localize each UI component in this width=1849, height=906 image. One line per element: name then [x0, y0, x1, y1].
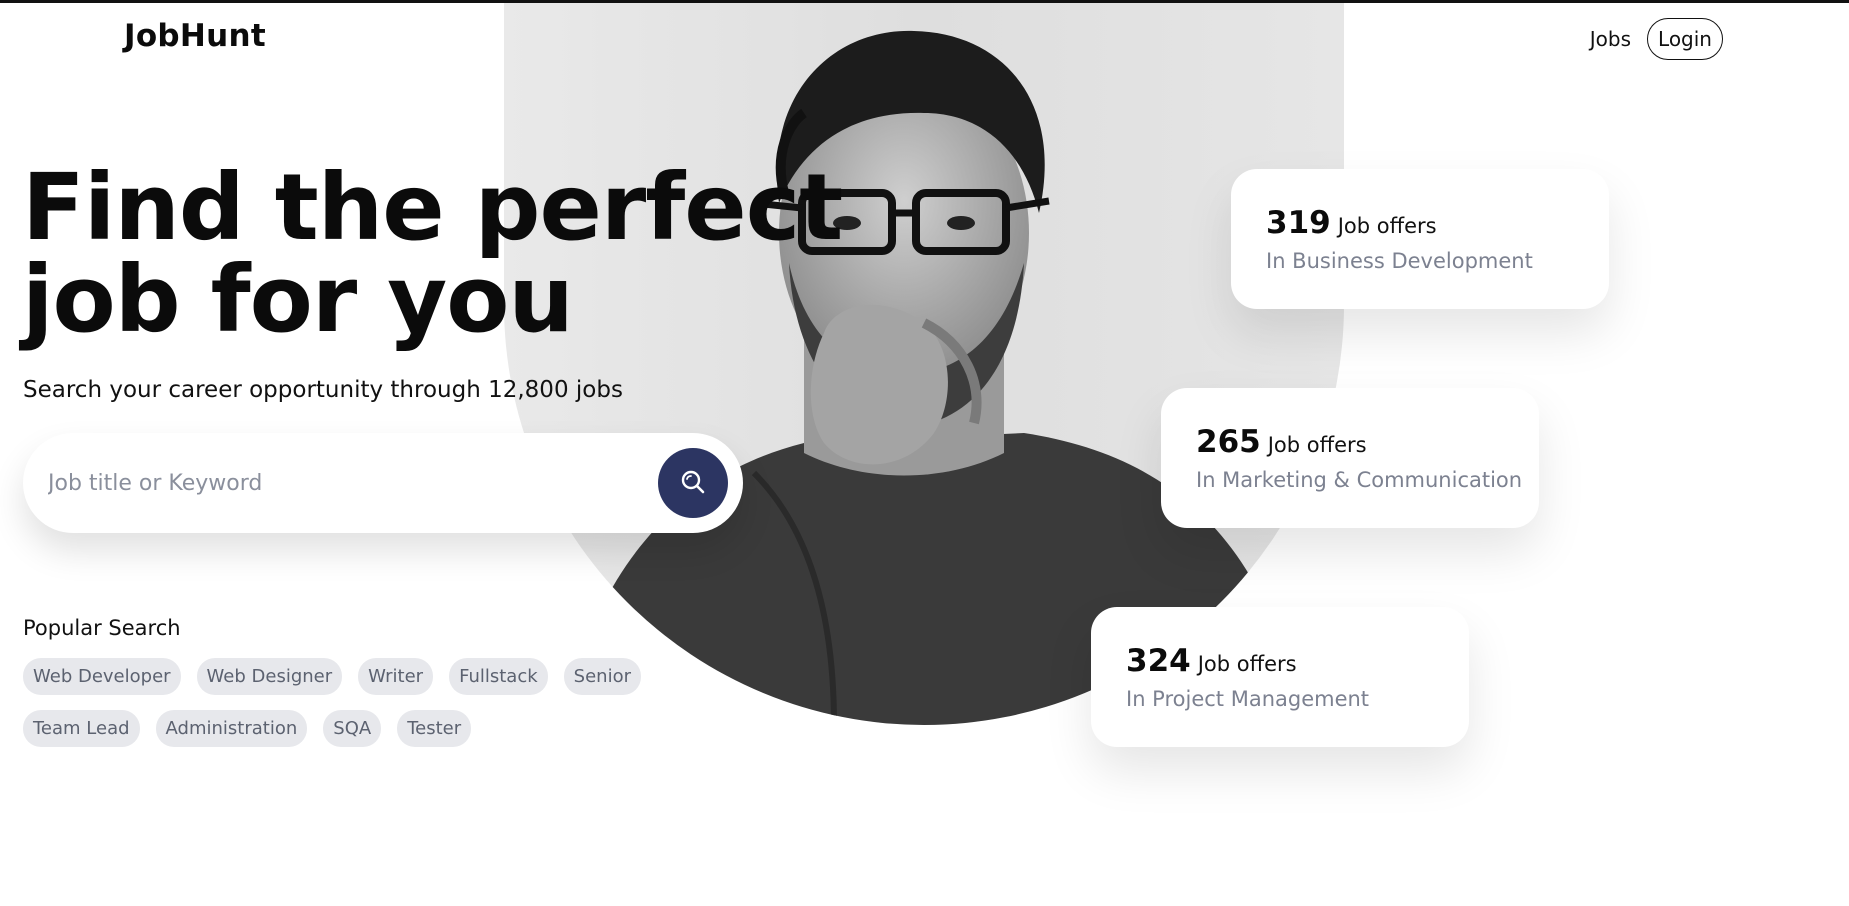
brand-logo[interactable]: JobHunt: [124, 18, 266, 54]
stat-category: In Business Development: [1266, 249, 1533, 273]
tag-writer[interactable]: Writer: [358, 658, 434, 695]
stat-count: 324: [1126, 643, 1191, 679]
tag-sqa[interactable]: SQA: [323, 710, 382, 747]
stat-category: In Marketing & Communication: [1196, 468, 1523, 492]
stat-card-business-development[interactable]: 319 Job offers In Business Development: [1231, 169, 1609, 309]
popular-tags: Web Developer Web Designer Writer Fullst…: [23, 658, 663, 747]
top-nav: Jobs Login: [1590, 18, 1723, 60]
login-button[interactable]: Login: [1647, 18, 1723, 60]
tag-senior[interactable]: Senior: [563, 658, 641, 695]
top-border: [0, 0, 1849, 3]
stat-card-marketing-communication[interactable]: 265 Job offers In Marketing & Communicat…: [1161, 388, 1539, 528]
hero-title-line1: Find the perfect: [22, 154, 843, 261]
search-button[interactable]: [658, 448, 728, 518]
tag-fullstack[interactable]: Fullstack: [449, 658, 548, 695]
tag-administration[interactable]: Administration: [155, 710, 308, 747]
stat-unit: Job offers: [1267, 433, 1367, 457]
search-icon: [680, 469, 706, 498]
tag-web-developer[interactable]: Web Developer: [23, 658, 181, 695]
stat-card-project-management[interactable]: 324 Job offers In Project Management: [1091, 607, 1469, 747]
tag-tester[interactable]: Tester: [397, 710, 472, 747]
tag-team-lead[interactable]: Team Lead: [23, 710, 140, 747]
nav-jobs-link[interactable]: Jobs: [1590, 27, 1631, 51]
hero-title: Find the perfect job for you: [22, 154, 843, 353]
stat-category: In Project Management: [1126, 687, 1370, 711]
hero-subtitle: Search your career opportunity through 1…: [23, 377, 623, 403]
stat-count: 265: [1196, 424, 1261, 460]
stat-unit: Job offers: [1197, 652, 1297, 676]
stat-count: 319: [1266, 205, 1331, 241]
search-bar: [23, 433, 743, 533]
search-input[interactable]: [48, 470, 628, 496]
hero-title-line2: job for you: [22, 246, 574, 353]
stat-unit: Job offers: [1337, 214, 1437, 238]
popular-search-label: Popular Search: [23, 616, 181, 640]
tag-web-designer[interactable]: Web Designer: [196, 658, 343, 695]
